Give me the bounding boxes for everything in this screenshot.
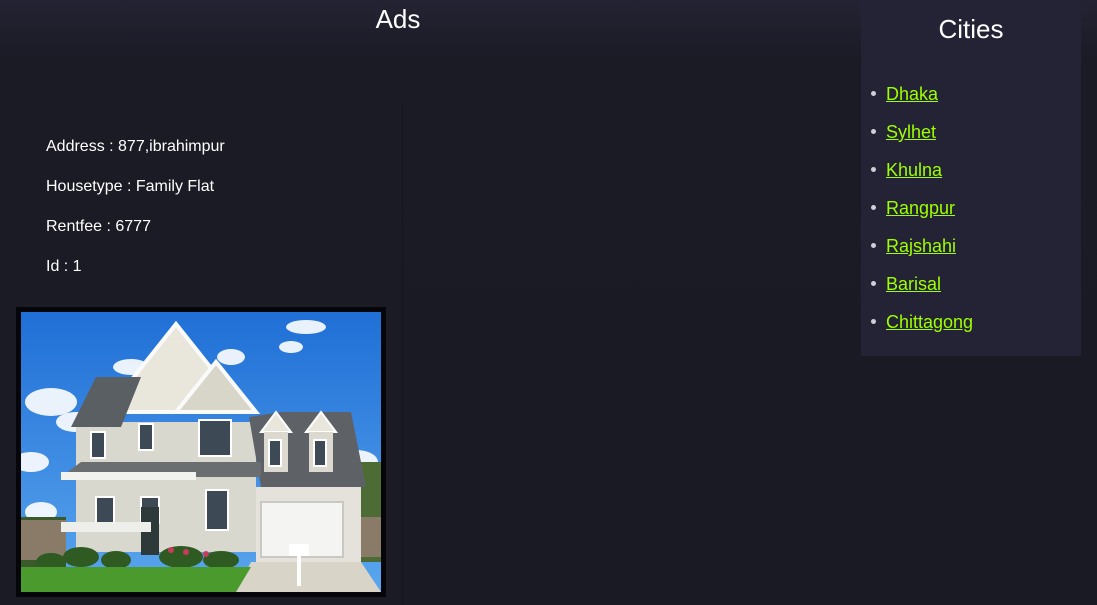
ad-details: Address : 877,ibrahimpur Housetype : Fam… — [46, 137, 225, 297]
bullet-icon — [871, 129, 876, 134]
city-list: Dhaka Sylhet Khulna Rangpur Rajshahi Bar… — [861, 82, 973, 348]
list-item: Sylhet — [861, 120, 973, 158]
bullet-icon — [871, 243, 876, 248]
page-title: Ads — [375, 4, 421, 34]
cities-sidebar: Cities Dhaka Sylhet Khulna Rangpur Rajsh… — [861, 0, 1081, 356]
bullet-icon — [871, 205, 876, 210]
city-link-rajshahi[interactable]: Rajshahi — [886, 236, 956, 256]
list-item: Khulna — [861, 158, 973, 196]
list-item: Chittagong — [861, 310, 973, 348]
ad-card: Address : 877,ibrahimpur Housetype : Fam… — [0, 103, 403, 605]
ad-photo-frame — [16, 307, 386, 597]
bullet-icon — [871, 319, 876, 324]
page: Ads Address : 877,ibrahimpur Housetype :… — [0, 0, 1097, 605]
ad-address: Address : 877,ibrahimpur — [46, 138, 225, 155]
city-link-sylhet[interactable]: Sylhet — [886, 122, 936, 142]
city-link-dhaka[interactable]: Dhaka — [886, 84, 938, 104]
house-photo — [21, 312, 381, 592]
city-link-chittagong[interactable]: Chittagong — [886, 312, 973, 332]
city-link-rangpur[interactable]: Rangpur — [886, 198, 955, 218]
cities-title: Cities — [938, 14, 1004, 44]
city-link-barisal[interactable]: Barisal — [886, 274, 941, 294]
bullet-icon — [871, 281, 876, 286]
list-item: Barisal — [861, 272, 973, 310]
ad-id: Id : 1 — [46, 258, 82, 275]
house-photo-image — [21, 312, 381, 592]
list-item: Rangpur — [861, 196, 973, 234]
ad-housetype: Housetype : Family Flat — [46, 178, 215, 195]
ad-rentfee: Rentfee : 6777 — [46, 218, 151, 235]
list-item: Dhaka — [861, 82, 973, 120]
city-link-khulna[interactable]: Khulna — [886, 160, 942, 180]
bullet-icon — [871, 167, 876, 172]
list-item: Rajshahi — [861, 234, 973, 272]
bullet-icon — [871, 91, 876, 96]
